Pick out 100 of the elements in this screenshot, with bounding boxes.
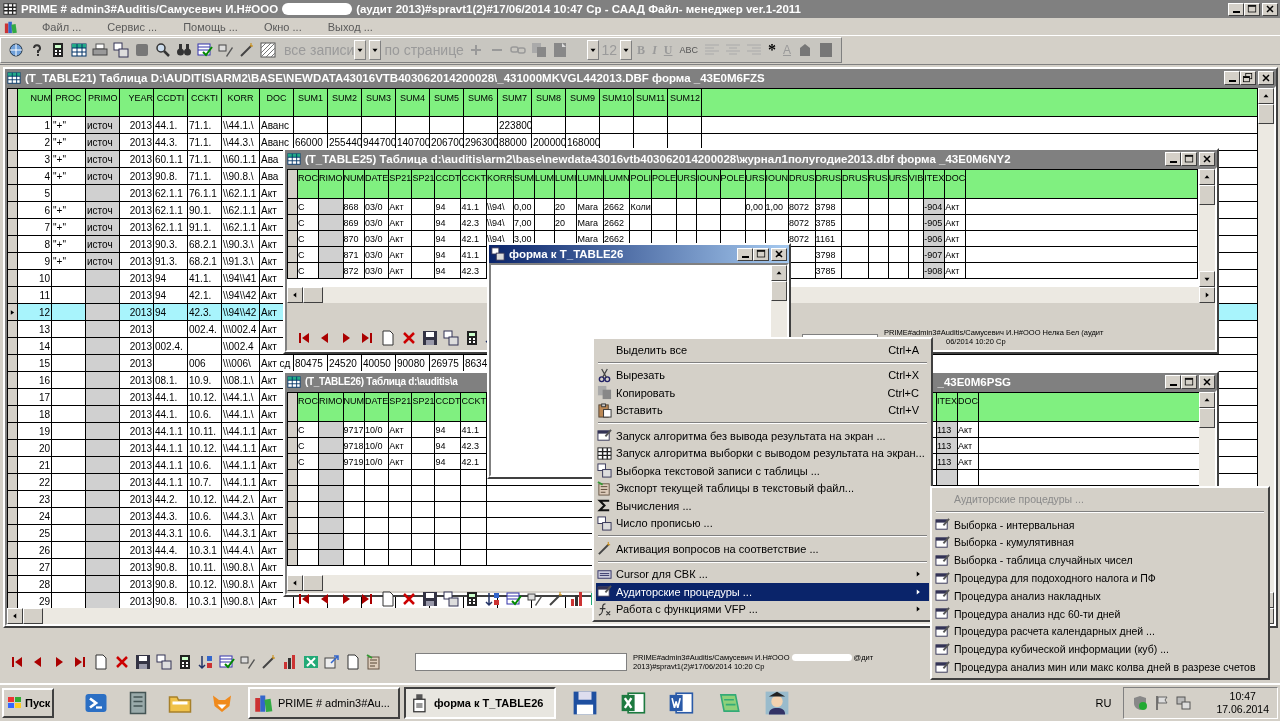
table-cell: 10.7.	[187, 473, 222, 491]
table-cell: 68.2.1	[187, 252, 222, 270]
table-cell: 03/0	[364, 198, 389, 215]
table-cell: 871	[343, 246, 365, 263]
table-cell: Mara	[576, 214, 604, 231]
table-cell: 10/0	[364, 421, 389, 438]
table-cell: 3798	[815, 246, 842, 263]
table-cell: 20	[554, 214, 577, 231]
menu-header: Аудиторские процедуры ...	[953, 491, 1085, 507]
table-cell: 10.3.1	[187, 541, 222, 559]
table-cell: 03/0	[364, 246, 389, 263]
table-cell: 868	[343, 198, 365, 215]
table-cell: 1,00	[765, 198, 789, 215]
table-cell: 60.1.1	[153, 150, 188, 168]
table-cell: 62.1.1	[153, 218, 188, 236]
table-cell: 03/0	[364, 230, 389, 247]
table-cell: \\44.4.\	[221, 541, 260, 559]
table-cell: Акт	[944, 214, 966, 231]
table-cell: 2013	[119, 490, 154, 508]
table-cell: 8	[17, 235, 52, 253]
table-cell: 23	[17, 490, 52, 508]
table-cell: 1	[17, 116, 52, 134]
table-cell: Акт	[957, 421, 979, 438]
table-cell: 3785	[815, 214, 842, 231]
table-cell: 94	[434, 437, 461, 454]
table-cell: \\94\	[486, 214, 514, 231]
table-cell: 2013	[119, 507, 154, 525]
table-cell: 10.12.	[187, 575, 222, 593]
table-cell: 10.9.	[187, 371, 222, 389]
table-cell: \\62.1.1	[221, 218, 260, 236]
table-cell: 10	[17, 269, 52, 287]
table-cell: 15	[17, 354, 52, 372]
table-cell: \\60.1.1	[221, 150, 260, 168]
table-cell: 71.1.	[187, 116, 222, 134]
table-cell: \\94\\42	[221, 286, 260, 304]
table-cell: 19	[17, 422, 52, 440]
table-cell: 10.12.	[187, 388, 222, 406]
table-cell: 3798	[815, 198, 842, 215]
table-cell: 10/0	[364, 437, 389, 454]
table-cell: 44.1.	[153, 116, 188, 134]
table-cell: 869	[343, 214, 365, 231]
table-cell: 44.1.1	[153, 473, 188, 491]
table-cell: \\002.4	[221, 337, 260, 355]
table-cell: Акт	[388, 262, 412, 279]
table-cell: "+"	[51, 201, 86, 219]
table-cell: 44.3.	[153, 507, 188, 525]
table-cell: 2013	[119, 371, 154, 389]
table-cell: 2013	[119, 201, 154, 219]
table-cell: 11	[17, 286, 52, 304]
table-cell: 94	[434, 230, 461, 247]
table-cell: 10.12.	[187, 490, 222, 508]
table-cell: 14	[17, 337, 52, 355]
window-title: (аудит 2013)#spravt1(2)#17/06/2014 10:47 Ср - СААД Файл- менеджер ver.1-2011	[356, 3, 801, 15]
table-cell: 91.1.	[187, 218, 222, 236]
table-cell: "+"	[51, 133, 86, 151]
table-cell: C	[297, 262, 319, 279]
table-cell: 94	[434, 246, 461, 263]
table-cell: C	[297, 198, 319, 215]
table-cell: 10.6.	[187, 507, 222, 525]
table-cell: 2013	[119, 575, 154, 593]
table-cell: 90.8.	[153, 167, 188, 185]
table-cell: 3785	[815, 262, 842, 279]
table-cell: 0,00	[513, 198, 535, 215]
table-cell: 90.8.	[153, 575, 188, 593]
table-cell: 7,00	[513, 214, 535, 231]
table-cell: C	[297, 453, 319, 470]
table-cell: C	[297, 230, 319, 247]
table-cell: 71.1.	[187, 167, 222, 185]
table-cell: 44.1.1	[153, 422, 188, 440]
table-cell: 6	[17, 201, 52, 219]
table-cell: 68.2.1	[187, 235, 222, 253]
table-cell: "+"	[51, 150, 86, 168]
table-cell: 870	[343, 230, 365, 247]
table-cell: Акт	[388, 437, 412, 454]
table-cell: 2013	[119, 235, 154, 253]
table-cell: 26	[17, 541, 52, 559]
table-cell: 5	[17, 184, 52, 202]
table-cell: 2	[17, 133, 52, 151]
table-cell: 10.6.	[187, 405, 222, 423]
table-cell: 42.3	[460, 262, 487, 279]
table-cell: "+"	[51, 116, 86, 134]
table-cell: \\44.3.1	[221, 524, 260, 542]
table-cell: 2013	[119, 269, 154, 287]
table-cell: 002.4.	[187, 320, 222, 338]
table-cell: 10/0	[364, 453, 389, 470]
table-cell: 2013	[119, 456, 154, 474]
table-cell: 44.1.1	[153, 439, 188, 457]
table-cell: Акт	[957, 437, 979, 454]
table-cell: 44.1.	[153, 388, 188, 406]
window-title: (T_TABLE25) Таблица d:\auditis\arm2\base\newdata43016vtb403062014200028\журнал1полугодие2013.dbf форма _43E0M6NY2	[305, 152, 1011, 165]
table-cell: \\94\	[486, 198, 514, 215]
table-cell: \\62.1.1	[221, 184, 260, 202]
window-title: _43E0M6PSG	[937, 375, 1011, 388]
table-cell: 0,00	[745, 198, 766, 215]
table-cell: Аванс	[259, 116, 294, 134]
table-cell: \\08.1.\	[221, 371, 260, 389]
table-cell: Акт	[944, 246, 966, 263]
table-cell: 10.11.	[187, 422, 222, 440]
table-cell: Акт	[388, 230, 412, 247]
table-cell: 42.1	[460, 230, 487, 247]
